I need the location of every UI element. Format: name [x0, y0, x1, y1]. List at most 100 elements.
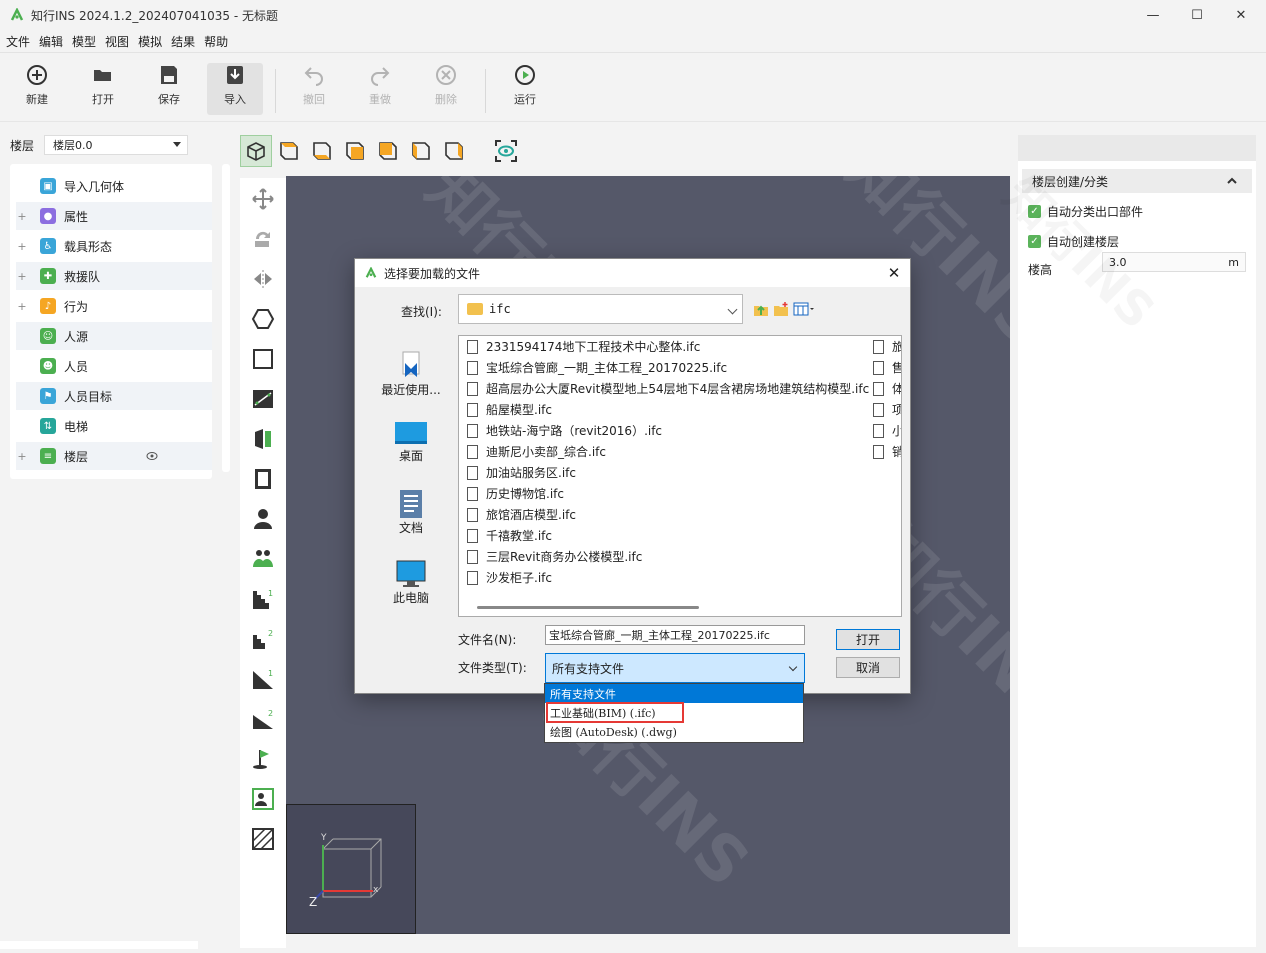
- tree-expand-toggle[interactable]: +: [16, 270, 28, 283]
- tree-item-elevator[interactable]: ⇅ 电梯: [16, 412, 212, 440]
- file-item[interactable]: 船屋模型.ifc: [467, 399, 552, 420]
- file-item[interactable]: 三层Revit商务办公楼模型.ifc: [467, 546, 642, 567]
- eye-icon[interactable]: [146, 451, 158, 461]
- open-file-button[interactable]: 打开: [836, 629, 900, 650]
- floor-height-input[interactable]: 3.0 m: [1102, 252, 1246, 272]
- up-folder-icon[interactable]: [753, 301, 769, 317]
- filetype-select[interactable]: 所有支持文件: [545, 653, 805, 683]
- import-button[interactable]: 导入: [207, 63, 263, 115]
- tree-expand-toggle[interactable]: +: [16, 450, 28, 463]
- tree-scrollbar[interactable]: [222, 164, 230, 472]
- cancel-button[interactable]: 取消: [836, 657, 900, 678]
- save-button[interactable]: 保存: [141, 63, 197, 115]
- maximize-button[interactable]: ☐: [1174, 0, 1220, 30]
- open-button[interactable]: 打开: [75, 63, 131, 115]
- menu-help[interactable]: 帮助: [204, 33, 228, 50]
- view-left-button[interactable]: [405, 135, 437, 167]
- menu-results[interactable]: 结果: [171, 33, 195, 50]
- floor-create-section-header[interactable]: 楼层创建/分类: [1022, 169, 1252, 193]
- floor-select[interactable]: 楼层0.0: [44, 135, 188, 155]
- run-button[interactable]: 运行: [497, 63, 553, 115]
- stair-tool-2[interactable]: 2: [248, 624, 278, 654]
- ramp-tool-1[interactable]: 1: [248, 664, 278, 694]
- place-this-pc[interactable]: 此电脑: [365, 559, 457, 619]
- auto-classify-exits-checkbox[interactable]: ✓ 自动分类出口部件: [1028, 203, 1143, 220]
- delete-button[interactable]: 删除: [418, 63, 474, 115]
- new-button[interactable]: 新建: [9, 63, 65, 115]
- minimize-button[interactable]: —: [1130, 0, 1176, 30]
- file-item[interactable]: 体: [873, 378, 901, 399]
- tree-item-vehicle-shape[interactable]: + ♿ 载具形态: [16, 232, 212, 260]
- wall-tool[interactable]: [248, 384, 278, 414]
- tree-expand-toggle[interactable]: +: [16, 300, 28, 313]
- view-menu-icon[interactable]: [793, 301, 815, 317]
- file-item[interactable]: 旅: [873, 336, 901, 357]
- filetype-option-all[interactable]: 所有支持文件: [545, 684, 803, 703]
- file-item[interactable]: 加油站服务区.ifc: [467, 462, 576, 483]
- menu-edit[interactable]: 编辑: [39, 33, 63, 50]
- crowd-source-tool[interactable]: [248, 784, 278, 814]
- stair-tool-1[interactable]: 1: [248, 584, 278, 614]
- target-tool[interactable]: [248, 744, 278, 774]
- file-item[interactable]: 销: [873, 441, 901, 462]
- file-item[interactable]: 2331594174地下工程技术中心整体.ifc: [467, 336, 700, 357]
- look-in-combobox[interactable]: ifc: [458, 294, 743, 324]
- file-item[interactable]: 旅馆酒店模型.ifc: [467, 504, 576, 525]
- view-front-button[interactable]: [339, 135, 371, 167]
- menu-file[interactable]: 文件: [6, 33, 30, 50]
- rectangle-tool[interactable]: [248, 344, 278, 374]
- file-list-horizontal-scrollbar[interactable]: [477, 606, 699, 609]
- person-tool[interactable]: [248, 504, 278, 534]
- tree-item-floors[interactable]: + ≡ 楼层: [16, 442, 212, 470]
- group-tool[interactable]: [248, 544, 278, 574]
- file-item[interactable]: 历史博物馆.ifc: [467, 483, 564, 504]
- mirror-tool[interactable]: [248, 264, 278, 294]
- view-right-button[interactable]: [438, 135, 470, 167]
- dialog-close-button[interactable]: ✕: [884, 263, 904, 283]
- polygon-tool[interactable]: [248, 304, 278, 334]
- close-window-button[interactable]: ✕: [1218, 0, 1264, 30]
- file-item[interactable]: 沙发柜子.ifc: [467, 567, 552, 588]
- obstacle-tool[interactable]: [248, 824, 278, 854]
- filename-input[interactable]: 宝坻综合管廊_一期_主体工程_20170225.ifc: [545, 625, 805, 645]
- tree-expand-toggle[interactable]: +: [16, 210, 28, 223]
- tree-item-behavior[interactable]: + ♪ 行为: [16, 292, 212, 320]
- auto-create-floors-checkbox[interactable]: ✓ 自动创建楼层: [1028, 233, 1119, 250]
- file-item[interactable]: 项: [873, 399, 901, 420]
- place-documents[interactable]: 文档: [365, 489, 457, 549]
- tree-item-import-geometry[interactable]: ▣ 导入几何体: [16, 172, 212, 200]
- tree-item-person-target[interactable]: ⚑ 人员目标: [16, 382, 212, 410]
- exit-tool[interactable]: [248, 464, 278, 494]
- chevron-up-icon[interactable]: [1226, 175, 1238, 187]
- tree-expand-toggle[interactable]: +: [16, 240, 28, 253]
- tree-item-personnel[interactable]: ☻ 人员: [16, 352, 212, 380]
- menu-model[interactable]: 模型: [72, 33, 96, 50]
- ramp-tool-2[interactable]: 2: [248, 704, 278, 734]
- orientation-gizmo[interactable]: Y x Z: [286, 804, 416, 934]
- tree-item-rescue-team[interactable]: + ✚ 救援队: [16, 262, 212, 290]
- file-item[interactable]: 小: [873, 420, 901, 441]
- place-recent[interactable]: 最近使用...: [365, 349, 457, 409]
- door-tool[interactable]: [248, 424, 278, 454]
- menu-simulate[interactable]: 模拟: [138, 33, 162, 50]
- new-folder-icon[interactable]: [773, 301, 789, 317]
- focus-view-button[interactable]: [490, 135, 522, 167]
- place-desktop[interactable]: 桌面: [365, 419, 457, 479]
- view-back-button[interactable]: [372, 135, 404, 167]
- file-item[interactable]: 宝坻综合管廊_一期_主体工程_20170225.ifc: [467, 357, 727, 378]
- tree-item-attributes[interactable]: + ● 属性: [16, 202, 212, 230]
- rotate-tool[interactable]: [248, 224, 278, 254]
- file-item[interactable]: 超高层办公大厦Revit模型地上54层地下4层含裙房场地建筑结构模型.ifc: [467, 378, 869, 399]
- left-panel-horizontal-scrollbar[interactable]: [0, 941, 198, 949]
- tree-item-person-source[interactable]: ☺ 人源: [16, 322, 212, 350]
- view-3d-button[interactable]: [240, 135, 272, 167]
- view-top-button[interactable]: [273, 135, 305, 167]
- file-item[interactable]: 迪斯尼小卖部_综合.ifc: [467, 441, 606, 462]
- file-item[interactable]: 千禧教堂.ifc: [467, 525, 552, 546]
- move-tool[interactable]: [248, 184, 278, 214]
- undo-button[interactable]: 撤回: [286, 63, 342, 115]
- menu-view[interactable]: 视图: [105, 33, 129, 50]
- file-item[interactable]: 售: [873, 357, 901, 378]
- filetype-option-dwg[interactable]: 绘图 (AutoDesk) (.dwg): [545, 722, 803, 741]
- redo-button[interactable]: 重做: [352, 63, 408, 115]
